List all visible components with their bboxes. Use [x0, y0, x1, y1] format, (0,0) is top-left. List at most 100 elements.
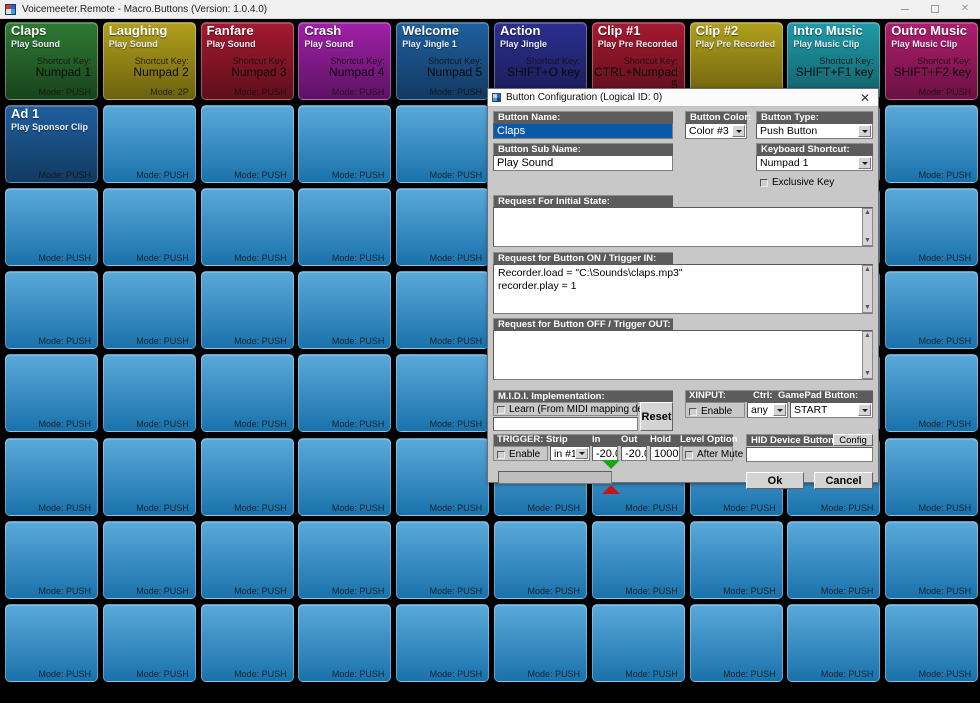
button-type-select[interactable]: Push Button	[756, 123, 873, 139]
macro-button-empty[interactable]: Mode: PUSH	[885, 520, 979, 599]
keyboard-shortcut-select[interactable]: Numpad 1	[756, 155, 873, 171]
macro-button-empty[interactable]: Mode: PUSH	[102, 354, 196, 433]
macro-button[interactable]: Fanfare Play Sound Shortcut Key: Numpad 3 Mo…	[200, 22, 294, 100]
macro-button-empty[interactable]: Mode: PUSH	[200, 437, 294, 516]
macro-button-empty[interactable]: Mode: PUSH	[200, 271, 294, 350]
macro-button-empty[interactable]: Mode: PUSH	[787, 520, 881, 599]
macro-button-empty[interactable]: Mode: PUSH	[102, 271, 196, 350]
macro-button-empty[interactable]: Mode: PUSH	[591, 603, 685, 682]
macro-button-empty[interactable]: Mode: PUSH	[885, 603, 979, 682]
cancel-button[interactable]: Cancel	[814, 472, 873, 489]
scroll-down-icon[interactable]: ▼	[864, 370, 871, 378]
hid-value-input[interactable]	[746, 447, 873, 462]
macro-button-empty[interactable]: Mode: PUSH	[298, 271, 392, 350]
macro-button-empty[interactable]: Mode: PUSH	[396, 271, 490, 350]
button-off-textarea[interactable]	[493, 330, 873, 380]
macro-button-empty[interactable]: Mode: PUSH	[5, 603, 98, 682]
macro-button-empty[interactable]: Mode: PUSH	[396, 603, 490, 682]
macro-button[interactable]: Crash Play Sound Shortcut Key: Numpad 4 Mode…	[298, 22, 392, 100]
macro-button-empty[interactable]: Mode: PUSH	[787, 603, 881, 682]
macro-button-empty[interactable]: Mode: PUSH	[102, 105, 196, 184]
gamepad-button-select[interactable]: START	[790, 402, 873, 418]
macro-button-empty[interactable]: Mode: PUSH	[298, 105, 392, 184]
macro-button-empty[interactable]: Mode: PUSH	[885, 271, 979, 350]
macro-button[interactable]: Outro Music Play Music Clip Shortcut Key: S…	[885, 22, 979, 100]
trigger-out-input[interactable]: -20.0	[621, 446, 647, 461]
chevron-down-icon[interactable]	[575, 448, 588, 459]
macro-button[interactable]: Ad 1 Play Sponsor Clip Mode: PUSH	[5, 105, 98, 184]
macro-button-empty[interactable]: Mode: PUSH	[396, 105, 490, 184]
macro-button-empty[interactable]: Mode: PUSH	[298, 603, 392, 682]
checkbox-icon[interactable]	[497, 405, 505, 414]
macro-button-empty[interactable]: Mode: PUSH	[494, 603, 587, 682]
button-off-scrollbar[interactable]: ▲ ▼	[862, 331, 873, 379]
midi-learn-checkbox[interactable]: Learn (From MIDI mapping device)	[497, 404, 664, 415]
macro-button-empty[interactable]: Mode: PUSH	[200, 105, 294, 184]
macro-button-empty[interactable]: Mode: PUSH	[102, 520, 196, 599]
ok-button[interactable]: Ok	[746, 472, 804, 489]
macro-button-empty[interactable]: Mode: PUSH	[396, 354, 490, 433]
macro-button-empty[interactable]: Mode: PUSH	[5, 271, 98, 350]
macro-button-empty[interactable]: Mode: PUSH	[885, 437, 979, 516]
scroll-up-icon[interactable]: ▲	[864, 209, 871, 217]
macro-button-empty[interactable]: Mode: PUSH	[396, 520, 490, 599]
button-color-select[interactable]: Color #3	[685, 123, 747, 139]
midi-value-input[interactable]	[493, 417, 638, 431]
macro-button-empty[interactable]: Mode: PUSH	[5, 188, 98, 267]
button-sub-name-input[interactable]: Play Sound	[493, 155, 673, 171]
chevron-down-icon[interactable]	[858, 125, 871, 137]
trigger-out-marker-icon[interactable]	[602, 485, 620, 494]
macro-button[interactable]: Laughing Play Sound Shortcut Key: Numpad 2M…	[102, 22, 196, 100]
close-icon[interactable]: ✕	[950, 0, 980, 18]
macro-button-empty[interactable]: Mode: PUSH	[689, 520, 783, 599]
macro-button-empty[interactable]: Mode: PUSH	[102, 603, 196, 682]
trigger-hold-input[interactable]: 1000	[650, 446, 680, 461]
checkbox-icon[interactable]	[685, 450, 693, 459]
midi-reset-button[interactable]: Reset	[640, 402, 673, 431]
trigger-strip-select[interactable]: in #1	[550, 446, 590, 461]
macro-button[interactable]: Claps Play Sound Shortcut Key: Numpad 1 Mode…	[5, 22, 98, 100]
trigger-enable-checkbox[interactable]: Enable	[497, 449, 540, 460]
scroll-up-icon[interactable]: ▲	[864, 266, 871, 274]
macro-button-empty[interactable]: Mode: PUSH	[885, 105, 979, 184]
macro-button-empty[interactable]: Mode: PUSH	[689, 603, 783, 682]
macro-button-empty[interactable]: Mode: PUSH	[5, 354, 98, 433]
maximize-icon[interactable]	[920, 0, 950, 18]
macro-button-empty[interactable]: Mode: PUSH	[200, 354, 294, 433]
button-on-scrollbar[interactable]: ▲ ▼	[862, 265, 873, 313]
initial-state-scrollbar[interactable]: ▲ ▼	[862, 208, 873, 246]
macro-button-empty[interactable]: Mode: PUSH	[200, 603, 294, 682]
xinput-enable-checkbox[interactable]: Enable	[689, 406, 732, 417]
button-on-textarea[interactable]: Recorder.load = "C:\Sounds\claps.mp3" re…	[493, 264, 873, 314]
macro-button-empty[interactable]: Mode: PUSH	[298, 520, 392, 599]
scroll-down-icon[interactable]: ▼	[864, 304, 871, 312]
macro-button-empty[interactable]: Mode: PUSH	[298, 437, 392, 516]
button-name-input[interactable]: Claps	[493, 123, 673, 139]
trigger-level-bar[interactable]	[498, 471, 612, 484]
initial-state-textarea[interactable]	[493, 207, 873, 247]
macro-button[interactable]: Welcome Play Jingle 1 Shortcut Key: Numpad …	[396, 22, 490, 100]
chevron-down-icon[interactable]	[858, 157, 871, 169]
macro-button-empty[interactable]: Mode: PUSH	[298, 354, 392, 433]
macro-button-empty[interactable]: Mode: PUSH	[102, 437, 196, 516]
chevron-down-icon[interactable]	[732, 125, 745, 137]
macro-button-empty[interactable]: Mode: PUSH	[494, 520, 587, 599]
macro-button-empty[interactable]: Mode: PUSH	[200, 520, 294, 599]
checkbox-icon[interactable]	[760, 178, 768, 187]
trigger-in-input[interactable]: -20.0	[592, 446, 618, 461]
macro-button-empty[interactable]: Mode: PUSH	[5, 437, 98, 516]
chevron-down-icon[interactable]	[858, 404, 871, 416]
scroll-up-icon[interactable]: ▲	[864, 332, 871, 340]
minimize-icon[interactable]	[890, 0, 920, 18]
macro-button-empty[interactable]: Mode: PUSH	[591, 520, 685, 599]
checkbox-icon[interactable]	[689, 407, 697, 416]
macro-button-empty[interactable]: Mode: PUSH	[396, 437, 490, 516]
trigger-in-marker-icon[interactable]	[602, 460, 620, 469]
macro-button-empty[interactable]: Mode: PUSH	[885, 188, 979, 267]
macro-button-empty[interactable]: Mode: PUSH	[102, 188, 196, 267]
chevron-down-icon[interactable]	[773, 404, 786, 416]
exclusive-key-checkbox[interactable]: Exclusive Key	[760, 177, 834, 188]
xinput-ctrl-select[interactable]: any	[747, 402, 788, 418]
checkbox-icon[interactable]	[497, 450, 505, 459]
macro-button-empty[interactable]: Mode: PUSH	[396, 188, 490, 267]
